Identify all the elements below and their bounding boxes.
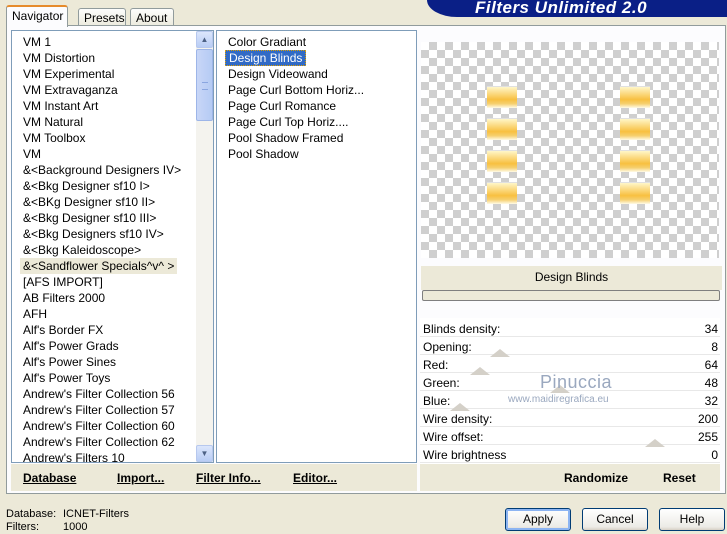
filter-list[interactable]: Color Gradiant Design Blinds Design Videow… [216,30,417,463]
category-item[interactable]: &<Background Designers IV> [20,162,184,178]
parameter-row[interactable]: Blinds density: 34 [420,319,720,337]
category-item[interactable]: VM Natural [20,114,86,130]
editor-button[interactable]: Editor... [293,471,337,485]
parameter-value: 48 [704,376,718,390]
filter-item[interactable]: Page Curl Top Horiz.... [225,114,352,130]
category-item[interactable]: &<BKg Designer sf10 II> [20,194,158,210]
database-label: Database: [6,508,57,520]
category-item[interactable]: Alf's Power Sines [20,354,119,370]
parameter-label: Wire density: [423,412,493,426]
tab-about[interactable]: About [130,8,174,26]
help-button[interactable]: Help [659,508,725,531]
parameter-panel: Blinds density: 34 Opening: 8 Red: 64 Green: 48… [420,318,720,464]
category-item[interactable]: VM Distortion [20,50,98,66]
parameter-value: 200 [697,412,718,426]
blind-stripe [620,86,650,108]
scroll-thumb[interactable] [196,49,213,121]
parameter-label: Wire brightness [423,448,507,462]
parameter-label: Blue: [423,394,451,408]
filter-item[interactable]: Pool Shadow Framed [225,130,346,146]
scroll-down-button[interactable]: ▼ [196,445,213,462]
preview-title: Design Blinds [421,266,722,290]
parameter-row[interactable]: Wire offset: 255 [420,427,720,447]
reset-button[interactable]: Reset [663,471,696,485]
watermark-url: www.maidiregrafica.eu [508,394,609,405]
parameter-row[interactable]: Opening: 8 [420,337,720,357]
parameter-value: 32 [704,394,718,408]
blind-stripe [620,182,650,204]
category-item[interactable]: VM Extravaganza [20,82,121,98]
parameter-label: Red: [423,358,449,372]
parameter-value: 8 [711,340,718,354]
category-item[interactable]: Alf's Border FX [20,322,106,338]
navigator-panel: VM 1 VM Distortion VM Experimental VM Extra… [6,25,726,494]
filter-item[interactable]: Color Gradiant [225,34,309,50]
parameter-actions: Randomize Reset [420,464,720,491]
blind-stripe [620,118,650,140]
category-item[interactable]: VM Toolbox [20,130,88,146]
cancel-button[interactable]: Cancel [582,508,648,531]
navigator-actions: Database Import... Filter Info... Editor… [11,464,417,491]
category-item[interactable]: VM [20,146,44,162]
filter-item[interactable]: Design Blinds [225,50,307,66]
category-scrollbar[interactable]: ▲ ▼ [196,31,213,462]
tab-navigator[interactable]: Navigator [6,5,68,27]
parameter-label: Green: [423,376,460,390]
category-item[interactable]: AFH [20,306,50,322]
category-item[interactable]: Andrew's Filter Collection 57 [20,402,178,418]
parameter-value: 0 [711,448,718,462]
blind-stripe [487,86,517,108]
category-item[interactable]: &<Bkg Kaleidoscope> [20,242,144,258]
blind-stripe [487,118,517,140]
database-button[interactable]: Database [23,471,76,485]
blind-stripe [487,182,517,204]
filters-count: 1000 [63,521,88,533]
category-item[interactable]: Andrew's Filter Collection 60 [20,418,178,434]
category-item[interactable]: &<Bkg Designer sf10 III> [20,210,159,226]
randomize-button[interactable]: Randomize [564,471,628,485]
category-item[interactable]: &<Bkg Designer sf10 I> [20,178,153,194]
filters-label: Filters: [6,521,39,533]
blind-stripe [620,150,650,172]
category-item[interactable]: VM Experimental [20,66,117,82]
filter-item[interactable]: Page Curl Romance [225,98,339,114]
filter-item[interactable]: Pool Shadow [225,146,302,162]
filter-info-button[interactable]: Filter Info... [196,471,261,485]
database-value: ICNET-Filters [63,508,129,520]
category-list[interactable]: VM 1 VM Distortion VM Experimental VM Extra… [11,30,214,463]
preview-image [421,42,719,258]
tab-presets[interactable]: Presets [78,8,126,26]
parameter-label: Wire offset: [423,430,484,444]
parameter-row[interactable]: Wire density: 200 [420,409,720,427]
category-item[interactable]: VM Instant Art [20,98,101,114]
blind-stripe [487,150,517,172]
category-item[interactable]: &<Sandflower Specials^v^ > [20,258,178,274]
parameter-row[interactable]: Wire brightness 0 [420,445,720,463]
status-area: Database: ICNET-Filters Filters: 1000 [6,508,129,534]
progress-bar [422,290,720,301]
scroll-up-button[interactable]: ▲ [196,31,213,48]
parameter-value: 34 [704,322,718,336]
category-item[interactable]: Alf's Power Grads [20,338,122,354]
apply-button[interactable]: Apply [505,508,571,531]
parameter-label: Opening: [423,340,472,354]
category-item[interactable]: Andrew's Filter Collection 56 [20,386,178,402]
filter-item[interactable]: Design Videowand [225,66,331,82]
category-item[interactable]: Andrew's Filters 10 [20,450,128,462]
category-item[interactable]: &<Bkg Designers sf10 IV> [20,226,167,242]
category-item[interactable]: VM 1 [20,34,54,50]
scroll-grip-icon [202,82,208,90]
category-item[interactable]: [AFS IMPORT] [20,274,106,290]
category-item[interactable]: AB Filters 2000 [20,290,108,306]
app-banner: Filters Unlimited 2.0 [427,0,727,17]
category-item[interactable]: Alf's Power Toys [20,370,113,386]
import-button[interactable]: Import... [117,471,164,485]
category-item[interactable]: Andrew's Filter Collection 62 [20,434,178,450]
filter-item[interactable]: Page Curl Bottom Horiz... [225,82,367,98]
parameter-value: 64 [704,358,718,372]
watermark-title: Pinuccia [540,372,613,392]
parameter-label: Blinds density: [423,322,501,336]
parameter-value: 255 [697,430,718,444]
parameter-row[interactable]: Red: 64 [420,355,720,375]
